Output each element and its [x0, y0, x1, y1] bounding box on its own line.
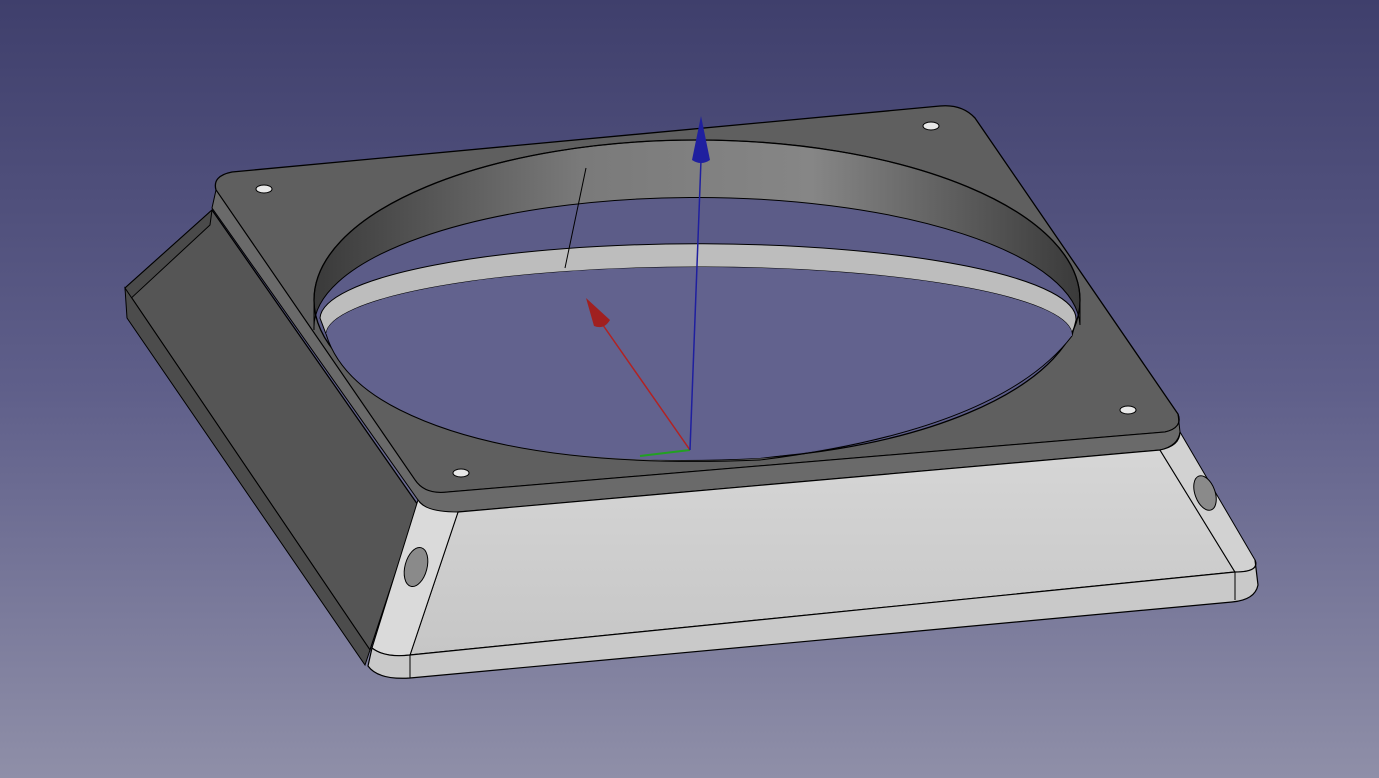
mounting-hole-bottom-left: [452, 468, 470, 478]
fan-opening: [313, 139, 1081, 462]
scene-canvas[interactable]: [0, 0, 1379, 778]
3d-viewport[interactable]: [0, 0, 1379, 778]
mounting-hole-bottom-right: [1119, 405, 1137, 415]
mounting-hole-top-right: [922, 121, 940, 131]
mounting-hole-top-left: [255, 184, 273, 194]
